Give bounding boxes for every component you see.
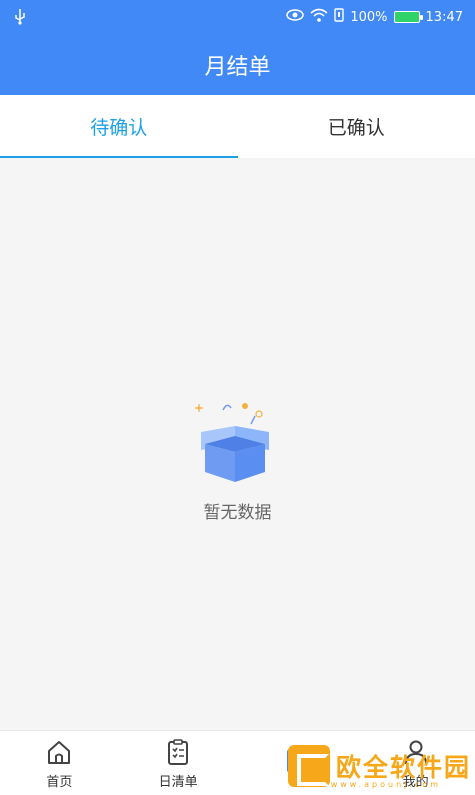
empty-state-text: 暂无数据 <box>203 503 272 523</box>
empty-state: 暂无数据 <box>0 400 475 523</box>
nav-item-daily-list[interactable]: 日清单 <box>119 731 238 795</box>
eye-icon <box>286 9 305 25</box>
tab-bar: 待确认 已确认 <box>0 95 475 158</box>
clipboard-icon <box>168 738 189 765</box>
tab-pending[interactable]: 待确认 <box>0 95 238 158</box>
sim-icon <box>334 8 345 26</box>
battery-icon <box>393 11 423 23</box>
page-title: 月结单 <box>0 34 475 95</box>
watermark-logo-icon <box>287 745 330 787</box>
wifi-icon <box>310 8 328 26</box>
watermark-text: 欧全软件园 <box>335 753 471 782</box>
nav-item-label: 日清单 <box>158 774 198 790</box>
status-bar: 100% 13:47 <box>0 0 475 34</box>
nav-item-home[interactable]: 首页 <box>0 731 119 795</box>
empty-box-icon <box>194 403 269 482</box>
clock: 13:47 <box>425 9 463 25</box>
battery-percent: 100% <box>350 9 388 25</box>
tab-confirmed[interactable]: 已确认 <box>238 95 475 158</box>
nav-item-label: 首页 <box>46 774 73 790</box>
content-area: 暂无数据 <box>0 158 475 730</box>
usb-icon <box>14 9 26 29</box>
watermark-url: www.apounj.com <box>330 780 441 789</box>
home-icon <box>48 740 71 764</box>
watermark: 欧全软件园 www.apounj.com <box>287 745 471 789</box>
